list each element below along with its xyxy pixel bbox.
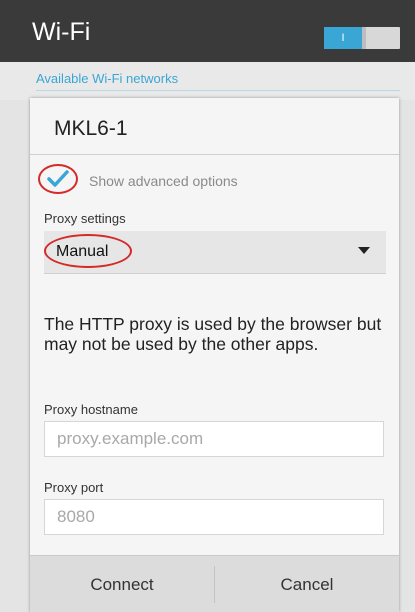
wifi-toggle[interactable]: I (324, 27, 400, 49)
connect-button[interactable]: Connect (30, 556, 214, 612)
advanced-options-row[interactable]: Show advanced options (38, 164, 338, 198)
dialog-title: MKL6-1 (54, 117, 128, 140)
advanced-options-label: Show advanced options (89, 173, 238, 189)
wifi-screen: Wi-Fi I Available Wi-Fi networks MKL6-1 … (0, 0, 415, 612)
proxy-hostname-label: Proxy hostname (44, 402, 138, 417)
wifi-network-dialog: MKL6-1 Show advanced options Proxy setti… (30, 98, 399, 612)
section-divider (36, 90, 400, 91)
app-header: Wi-Fi I (0, 0, 415, 62)
toggle-divider (362, 27, 366, 49)
proxy-port-input[interactable] (44, 499, 384, 535)
checkmark-icon[interactable] (46, 166, 70, 190)
toggle-on-indicator: I (324, 27, 362, 49)
proxy-hostname-input[interactable] (44, 421, 384, 457)
proxy-warning-text: The HTTP proxy is used by the browser bu… (44, 314, 382, 354)
proxy-settings-select[interactable]: Manual (44, 231, 386, 274)
proxy-settings-label: Proxy settings (44, 211, 126, 226)
proxy-port-label: Proxy port (44, 480, 104, 495)
proxy-settings-value: Manual (56, 243, 109, 260)
dialog-button-bar: Connect Cancel (30, 555, 399, 612)
page-title: Wi-Fi (32, 18, 91, 46)
dropdown-arrow-icon (358, 247, 370, 254)
available-networks-header: Available Wi-Fi networks (36, 71, 179, 86)
cancel-button[interactable]: Cancel (215, 556, 399, 612)
dialog-title-divider (30, 154, 399, 155)
